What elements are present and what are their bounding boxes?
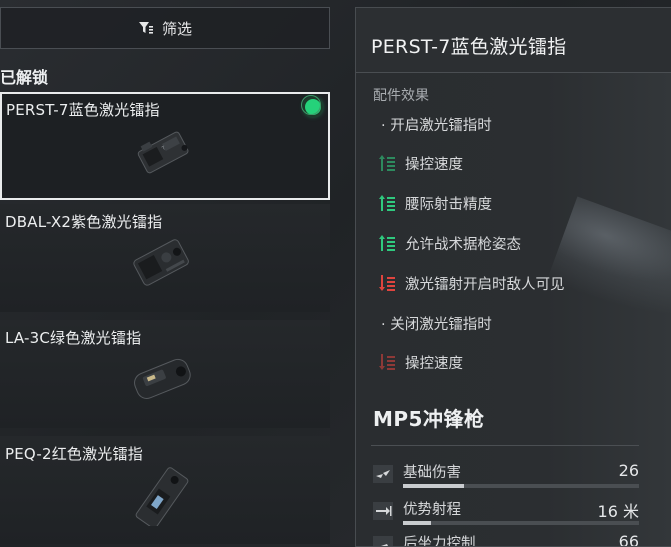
stat-up-icon — [379, 155, 395, 171]
effect-condition-on: · 开启激光镭指时 — [356, 113, 671, 135]
attachment-card-la-3c[interactable]: LA-3C绿色激光镭指 — [0, 320, 330, 428]
effect-text: · 开启激光镭指时 — [381, 117, 492, 134]
stat-up-icon — [379, 195, 395, 211]
effect-text: · 关闭激光镭指时 — [381, 316, 492, 333]
equipped-indicator-icon — [301, 95, 321, 115]
stat-value: 26 — [618, 461, 639, 480]
effect-text: 操控速度 — [405, 156, 463, 173]
effect-tactical-stance: 允许战术据枪姿态 — [356, 232, 671, 254]
attachment-detail-panel: PERST-7蓝色激光镭指 配件效果 · 开启激光镭指时 操控速度 腰际射击精度 — [355, 7, 671, 547]
detail-header: PERST-7蓝色激光镭指 — [356, 8, 671, 73]
effect-enemy-visible: 激光镭射开启时敌人可见 — [356, 272, 671, 294]
damage-icon — [373, 465, 393, 483]
attachment-name: PEQ-2红色激光镭指 — [5, 445, 143, 463]
weapon-title: MP5冲锋枪 — [373, 407, 485, 431]
effect-hipfire-accuracy: 腰际射击精度 — [356, 192, 671, 214]
stat-value: 16 米 — [597, 502, 639, 521]
stat-bar — [403, 484, 639, 488]
stats-divider — [371, 445, 639, 446]
stat-bar-fill — [403, 484, 465, 488]
effect-text: 允许战术据枪姿态 — [405, 236, 521, 253]
effect-handling-speed-on: 操控速度 — [356, 152, 671, 174]
stat-bar — [403, 521, 639, 525]
attachment-card-dbal-x2[interactable]: DBAL-X2紫色激光镭指 — [0, 204, 330, 312]
attachment-card-peq-2[interactable]: PEQ-2红色激光镭指 — [0, 436, 330, 544]
effect-text: 操控速度 — [405, 355, 463, 372]
laser-device-image — [133, 239, 189, 286]
stat-name: 后坐力控制 — [403, 536, 476, 547]
stat-name: 基础伤害 — [403, 465, 461, 481]
effect-condition-off: · 关闭激光镭指时 — [356, 312, 671, 334]
stat-row-damage: 基础伤害 26 — [371, 460, 639, 494]
stat-row-range: 优势射程 16 米 — [371, 497, 639, 531]
laser-device-image: T — [137, 131, 189, 174]
effect-handling-speed-off: 操控速度 — [356, 351, 671, 373]
stat-bar-fill — [403, 521, 432, 525]
range-icon — [373, 502, 393, 520]
stat-row-recoil: 后坐力控制 66 — [371, 531, 639, 547]
effect-text: 激光镭射开启时敌人可见 — [405, 276, 565, 293]
attachment-card-perst7[interactable]: PERST-7蓝色激光镭指 T — [0, 92, 330, 200]
stat-value: 66 — [618, 532, 639, 547]
stat-name: 优势射程 — [403, 502, 461, 518]
laser-device-image — [134, 358, 191, 399]
attachment-name: DBAL-X2紫色激光镭指 — [5, 213, 163, 231]
effect-text: 腰际射击精度 — [405, 196, 492, 213]
filter-label: 筛选 — [161, 19, 192, 38]
attachment-name: PERST-7蓝色激光镭指 — [6, 101, 160, 119]
stat-up-icon — [379, 235, 395, 251]
filter-icon — [138, 22, 153, 34]
stat-down-icon — [379, 354, 395, 370]
filter-button[interactable]: 筛选 — [0, 7, 330, 49]
effects-heading: 配件效果 — [373, 88, 429, 104]
attachment-name: LA-3C绿色激光镭指 — [5, 329, 142, 347]
detail-title: PERST-7蓝色激光镭指 — [371, 36, 567, 58]
recoil-icon — [373, 536, 393, 546]
stat-down-icon — [379, 275, 395, 291]
unlocked-section-title: 已解锁 — [0, 68, 49, 87]
laser-device-image — [135, 467, 189, 526]
